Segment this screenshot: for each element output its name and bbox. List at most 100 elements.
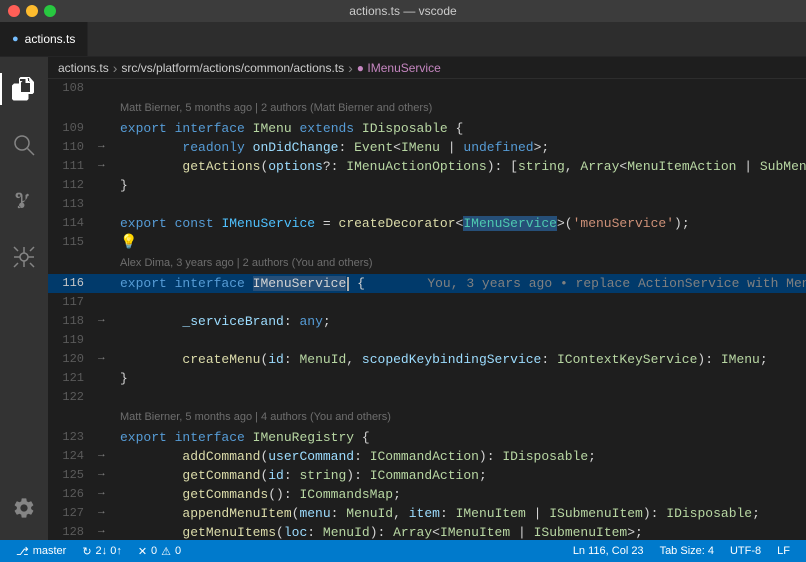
error-count: 0 <box>151 545 157 557</box>
line-gutter: → <box>98 504 116 518</box>
breadcrumb-separator-2: › <box>348 60 353 76</box>
minimize-button[interactable] <box>26 5 38 17</box>
table-row: Matt Bierner, 5 months ago | 2 authors (… <box>48 98 806 119</box>
table-row: 115 💡 <box>48 233 806 253</box>
line-number: 111 <box>48 157 98 176</box>
warning-icon: ⚠ <box>161 545 171 558</box>
line-content: export const IMenuService = createDecora… <box>116 214 806 233</box>
table-row: 112 } <box>48 176 806 195</box>
status-line-ending[interactable]: LF <box>769 540 798 562</box>
tab-bar: ● actions.ts <box>0 22 806 57</box>
line-gutter: → <box>98 157 116 171</box>
line-gutter <box>98 274 116 276</box>
branch-name: master <box>33 545 67 557</box>
line-number: 122 <box>48 388 98 407</box>
close-button[interactable] <box>8 5 20 17</box>
line-ending-text: LF <box>777 545 790 557</box>
line-number: 124 <box>48 447 98 466</box>
line-gutter <box>98 79 116 81</box>
table-row: 125 → getCommand(id: string): ICommandAc… <box>48 466 806 485</box>
table-row: 127 → appendMenuItem(menu: MenuId, item:… <box>48 504 806 523</box>
line-gutter <box>98 331 116 333</box>
line-number: 115 <box>48 233 98 252</box>
lightbulb-icon[interactable]: 💡 <box>120 235 137 251</box>
sync-icon: ↻ <box>82 545 91 558</box>
settings-icon[interactable] <box>0 484 48 532</box>
table-row: 116 export interface IMenuService { You,… <box>48 274 806 293</box>
table-row: 123 export interface IMenuRegistry { <box>48 428 806 447</box>
status-encoding[interactable]: UTF-8 <box>722 540 769 562</box>
line-number: 128 <box>48 523 98 540</box>
line-gutter: → <box>98 312 116 326</box>
status-tab-size[interactable]: Tab Size: 4 <box>652 540 722 562</box>
breadcrumb-file[interactable]: actions.ts <box>58 61 109 75</box>
debug-icon[interactable] <box>0 233 48 281</box>
table-row: 121 } <box>48 369 806 388</box>
line-number: 123 <box>48 428 98 447</box>
line-gutter <box>98 176 116 178</box>
tab-modified-icon: ● <box>12 33 19 45</box>
status-sync[interactable]: ↻ 2↓ 0↑ <box>74 540 130 562</box>
line-number: 127 <box>48 504 98 523</box>
line-gutter <box>98 214 116 216</box>
line-number: 118 <box>48 312 98 331</box>
line-number: 117 <box>48 293 98 312</box>
line-content: getActions(options?: IMenuActionOptions)… <box>116 157 806 176</box>
table-row: Matt Bierner, 5 months ago | 4 authors (… <box>48 407 806 428</box>
line-number: 109 <box>48 119 98 138</box>
error-icon: ✕ <box>138 545 147 558</box>
line-number: 121 <box>48 369 98 388</box>
line-gutter: → <box>98 466 116 480</box>
status-bar: ⎇ master ↻ 2↓ 0↑ ✕ 0 ⚠ 0 Ln 116, Col 23 … <box>0 540 806 562</box>
titlebar: actions.ts — vscode <box>0 0 806 22</box>
line-number: 113 <box>48 195 98 214</box>
breadcrumb-symbol[interactable]: ● IMenuService <box>357 61 441 75</box>
table-row: 120 → createMenu(id: MenuId, scopedKeybi… <box>48 350 806 369</box>
maximize-button[interactable] <box>44 5 56 17</box>
table-row: 113 <box>48 195 806 214</box>
line-gutter <box>98 253 116 255</box>
table-row: 122 <box>48 388 806 407</box>
position-text: Ln 116, Col 23 <box>573 545 644 557</box>
tab-label: actions.ts <box>25 32 76 46</box>
line-gutter: → <box>98 138 116 152</box>
line-number: 125 <box>48 466 98 485</box>
branch-icon: ⎇ <box>16 545 29 558</box>
search-icon[interactable] <box>0 121 48 169</box>
line-content: readonly onDidChange: Event<IMenu | unde… <box>116 138 806 157</box>
line-gutter <box>98 195 116 197</box>
line-content: addCommand(userCommand: ICommandAction):… <box>116 447 806 466</box>
encoding-text: UTF-8 <box>730 545 761 557</box>
line-gutter: → <box>98 485 116 499</box>
status-position[interactable]: Ln 116, Col 23 <box>565 540 652 562</box>
breadcrumb-separator-1: › <box>113 60 118 76</box>
breadcrumb: actions.ts › src/vs/platform/actions/com… <box>48 57 806 79</box>
code-editor[interactable]: 108 Matt Bierner, 5 months ago | 2 autho… <box>48 79 806 540</box>
explorer-icon[interactable] <box>0 65 48 113</box>
window-controls <box>8 5 56 17</box>
line-content: createMenu(id: MenuId, scopedKeybindingS… <box>116 350 806 369</box>
line-content: export interface IMenuRegistry { <box>116 428 806 447</box>
line-gutter <box>98 119 116 121</box>
line-number: 120 <box>48 350 98 369</box>
table-row: 124 → addCommand(userCommand: ICommandAc… <box>48 447 806 466</box>
line-number: 114 <box>48 214 98 233</box>
status-branch[interactable]: ⎇ master <box>8 540 74 562</box>
table-row: 108 <box>48 79 806 98</box>
line-gutter: → <box>98 523 116 537</box>
line-content: 💡 <box>116 233 806 253</box>
line-content: export interface IMenu extends IDisposab… <box>116 119 806 138</box>
source-control-icon[interactable] <box>0 177 48 225</box>
line-content: } <box>116 369 806 388</box>
line-gutter <box>98 369 116 371</box>
git-blame: Matt Bierner, 5 months ago | 4 authors (… <box>116 407 391 428</box>
line-number: 126 <box>48 485 98 504</box>
status-errors[interactable]: ✕ 0 ⚠ 0 <box>130 540 189 562</box>
line-number: 108 <box>48 79 98 98</box>
line-gutter <box>98 428 116 430</box>
table-row: Alex Dima, 3 years ago | 2 authors (You … <box>48 253 806 274</box>
breadcrumb-path[interactable]: src/vs/platform/actions/common/actions.t… <box>121 61 344 75</box>
git-blame: Matt Bierner, 5 months ago | 2 authors (… <box>116 98 432 119</box>
tab-actions-ts[interactable]: ● actions.ts <box>0 21 88 56</box>
tab-size-text: Tab Size: 4 <box>660 545 714 557</box>
